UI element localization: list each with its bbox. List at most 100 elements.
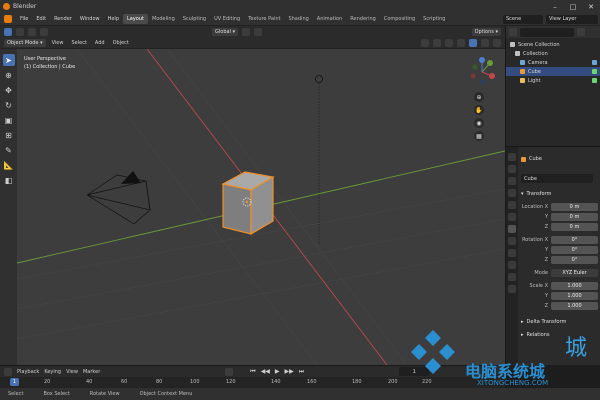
scene-tab-icon[interactable] bbox=[508, 201, 516, 209]
display-mode-icon[interactable] bbox=[509, 28, 517, 36]
rotation-z-field[interactable]: 0° bbox=[551, 256, 598, 264]
pan-hand-icon[interactable]: ✋ bbox=[474, 105, 484, 115]
outliner-row-cube[interactable]: Cube bbox=[506, 67, 600, 76]
data-tab-icon[interactable] bbox=[508, 273, 516, 281]
menu-view[interactable]: View bbox=[50, 40, 66, 46]
material-tab-icon[interactable] bbox=[508, 285, 516, 293]
menu-edit[interactable]: Edit bbox=[32, 16, 50, 22]
annotate-tool-icon[interactable]: ✎ bbox=[3, 144, 15, 156]
tool-tab-icon[interactable] bbox=[508, 153, 516, 161]
orientation-dropdown[interactable]: Global ▾ bbox=[212, 28, 239, 36]
location-y-field[interactable]: 0 m bbox=[551, 213, 598, 221]
timeline-editor-icon[interactable] bbox=[4, 367, 12, 376]
select-extend-icon[interactable] bbox=[16, 28, 24, 36]
measure-tool-icon[interactable]: 📐 bbox=[3, 159, 15, 171]
visibility-icon[interactable] bbox=[421, 39, 429, 47]
options-dropdown[interactable]: Options ▾ bbox=[471, 28, 501, 36]
minimize-button[interactable]: – bbox=[546, 0, 564, 13]
jump-end-icon[interactable]: ⏭ bbox=[299, 368, 304, 376]
cursor-tool-icon[interactable]: ⊕ bbox=[3, 69, 15, 81]
menu-select[interactable]: Select bbox=[69, 40, 88, 46]
outliner-row-scene-collection[interactable]: Scene Collection bbox=[506, 40, 600, 49]
menu-timeline-view[interactable]: View bbox=[66, 369, 78, 375]
world-tab-icon[interactable] bbox=[508, 213, 516, 221]
tab-compositing[interactable]: Compositing bbox=[380, 14, 419, 24]
menu-render[interactable]: Render bbox=[50, 16, 76, 22]
transform-panel-header[interactable]: ▾ Transform bbox=[521, 189, 598, 199]
view-layer-tab-icon[interactable] bbox=[508, 189, 516, 197]
menu-object[interactable]: Object bbox=[111, 40, 131, 46]
scale-y-field[interactable]: 1.000 bbox=[551, 292, 598, 300]
menu-marker[interactable]: Marker bbox=[83, 369, 100, 375]
constraints-tab-icon[interactable] bbox=[508, 261, 516, 269]
mode-dropdown[interactable]: Object Mode ▾ bbox=[4, 39, 46, 47]
delta-transform-header[interactable]: ▸ Delta Transform bbox=[521, 317, 598, 327]
menu-add[interactable]: Add bbox=[93, 40, 107, 46]
solid-shading-icon[interactable] bbox=[469, 39, 477, 47]
rotate-tool-icon[interactable]: ↻ bbox=[3, 99, 15, 111]
prev-keyframe-icon[interactable]: ◀◀ bbox=[261, 368, 270, 375]
select-invert-icon[interactable] bbox=[40, 28, 48, 36]
transform-tool-icon[interactable]: ⊞ bbox=[3, 129, 15, 141]
select-tool-icon[interactable]: ➤ bbox=[2, 54, 15, 66]
zoom-icon[interactable]: ⊕ bbox=[474, 92, 484, 102]
jump-start-icon[interactable]: ⏮ bbox=[250, 368, 255, 376]
select-box-mode-icon[interactable] bbox=[4, 28, 12, 36]
camera-view-icon[interactable]: ◉ bbox=[474, 118, 484, 128]
blender-menu-icon[interactable] bbox=[4, 15, 12, 23]
outliner-row-camera[interactable]: Camera bbox=[506, 58, 600, 67]
proportional-editing-icon[interactable] bbox=[254, 28, 263, 36]
playhead[interactable]: 1 bbox=[10, 378, 19, 386]
tab-shading[interactable]: Shading bbox=[284, 14, 312, 24]
material-shading-icon[interactable] bbox=[481, 39, 489, 47]
maximize-button[interactable]: □ bbox=[564, 0, 582, 13]
scene-field[interactable]: Scene bbox=[503, 14, 543, 24]
tab-rendering[interactable]: Rendering bbox=[346, 14, 380, 24]
render-tab-icon[interactable] bbox=[508, 165, 516, 173]
filter-icon[interactable] bbox=[577, 28, 585, 36]
select-subtract-icon[interactable] bbox=[28, 28, 36, 36]
menu-playback[interactable]: Playback bbox=[17, 369, 39, 375]
output-tab-icon[interactable] bbox=[508, 177, 516, 185]
view-layer-field[interactable]: View Layer bbox=[546, 14, 598, 24]
menu-window[interactable]: Window bbox=[76, 16, 104, 22]
tab-texture-paint[interactable]: Texture Paint bbox=[244, 14, 284, 24]
scale-tool-icon[interactable]: ▣ bbox=[3, 114, 15, 126]
snap-icon[interactable] bbox=[242, 28, 251, 36]
perspective-toggle-icon[interactable]: ▦ bbox=[474, 131, 484, 141]
tab-scripting[interactable]: Scripting bbox=[419, 14, 449, 24]
outliner-row-light[interactable]: Light bbox=[506, 76, 600, 85]
scale-z-field[interactable]: 1.000 bbox=[551, 302, 598, 310]
overlay-toggle-icon[interactable] bbox=[445, 39, 453, 47]
outliner-row-collection[interactable]: Collection bbox=[506, 49, 600, 58]
next-keyframe-icon[interactable]: ▶▶ bbox=[285, 368, 294, 375]
object-tab-icon[interactable] bbox=[508, 225, 516, 233]
scale-x-field[interactable]: 1.000 bbox=[551, 282, 598, 290]
menu-help[interactable]: Help bbox=[104, 16, 123, 22]
object-datablock-field[interactable]: Cube bbox=[521, 174, 593, 183]
rotation-mode-dropdown[interactable]: XYZ Euler bbox=[551, 269, 598, 277]
xray-toggle-icon[interactable] bbox=[457, 39, 465, 47]
physics-tab-icon[interactable] bbox=[508, 249, 516, 257]
rotation-x-field[interactable]: 0° bbox=[551, 236, 598, 244]
tab-modeling[interactable]: Modeling bbox=[148, 14, 179, 24]
record-icon[interactable] bbox=[225, 367, 234, 376]
tab-sculpting[interactable]: Sculpting bbox=[179, 14, 210, 24]
3d-viewport[interactable]: User Perspective (1) Collection | Cube bbox=[17, 49, 505, 365]
tab-layout[interactable]: Layout bbox=[123, 14, 148, 24]
move-tool-icon[interactable]: ✥ bbox=[3, 84, 15, 96]
add-cube-tool-icon[interactable]: ◧ bbox=[3, 174, 15, 186]
close-button[interactable]: ✕ bbox=[582, 0, 600, 13]
location-z-field[interactable]: 0 m bbox=[551, 223, 598, 231]
play-icon[interactable]: ▶ bbox=[275, 368, 280, 375]
rendered-shading-icon[interactable] bbox=[493, 39, 501, 47]
outliner-search-input[interactable] bbox=[520, 27, 574, 37]
tab-uv-editing[interactable]: UV Editing bbox=[210, 14, 244, 24]
location-x-field[interactable]: 0 m bbox=[551, 203, 598, 211]
modifier-tab-icon[interactable] bbox=[508, 237, 516, 245]
rotation-y-field[interactable]: 0° bbox=[551, 246, 598, 254]
menu-file[interactable]: File bbox=[16, 16, 32, 22]
tab-animation[interactable]: Animation bbox=[313, 14, 347, 24]
gizmo-toggle-icon[interactable] bbox=[433, 39, 441, 47]
menu-keying[interactable]: Keying bbox=[44, 369, 61, 375]
